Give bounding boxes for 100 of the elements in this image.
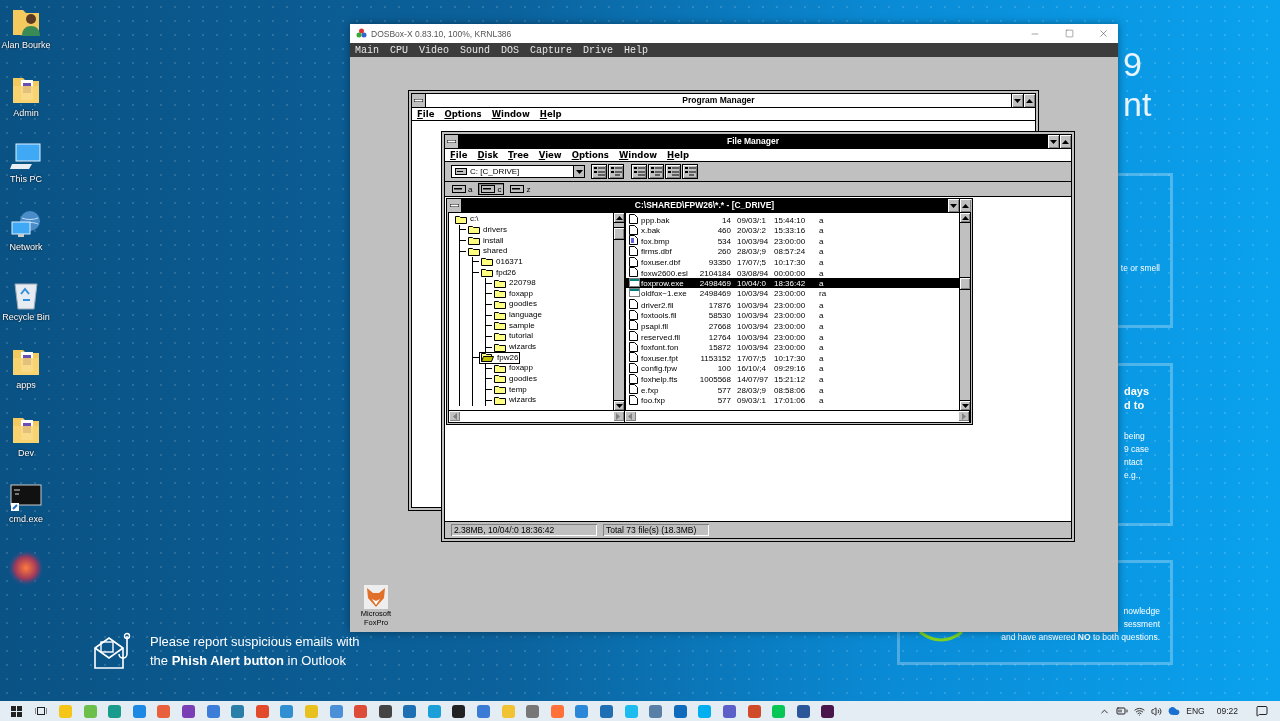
folder-item[interactable]: goodies xyxy=(492,298,540,311)
folder-item[interactable]: temp xyxy=(492,383,529,396)
scroll-right-button[interactable] xyxy=(958,411,969,421)
toolbar-button[interactable] xyxy=(608,164,624,179)
system-menu-button[interactable] xyxy=(445,135,459,148)
file-row[interactable]: config.fpw 100 16/10/;4 09:29:16 a xyxy=(626,362,959,374)
menu-item[interactable]: Help xyxy=(624,44,649,56)
menu-item[interactable]: Options xyxy=(444,109,482,119)
drive-button[interactable]: c xyxy=(478,183,505,195)
maximize-button[interactable] xyxy=(1023,94,1035,107)
menu-item[interactable]: File xyxy=(417,109,435,119)
horizontal-scrollbar[interactable] xyxy=(624,411,970,422)
folder-item[interactable]: 016371 xyxy=(479,255,525,268)
folder-item[interactable]: foxapp xyxy=(492,362,536,375)
file-row[interactable]: foxhelp.fts 1005568 14/07/97 15:21:12 a xyxy=(626,373,959,385)
folder-item[interactable]: foxapp xyxy=(492,287,536,300)
menu-item[interactable]: Drive xyxy=(583,44,614,56)
menu-item[interactable]: DOS xyxy=(501,44,520,56)
minimize-button[interactable] xyxy=(1011,94,1023,107)
menu-item[interactable]: Options xyxy=(571,150,609,160)
file-row[interactable]: fox.bmp 534 10/03/94 23:00:00 a xyxy=(626,235,959,246)
folder-item[interactable]: wizards xyxy=(492,341,539,353)
scrollbar[interactable] xyxy=(613,213,624,410)
globe-monitor-icon[interactable] xyxy=(10,210,42,240)
file-row[interactable]: foo.fxp 577 09/03/:1 17:01:06 a xyxy=(626,394,959,406)
toolbar-button[interactable] xyxy=(631,164,647,179)
maximize-button[interactable] xyxy=(959,199,971,212)
toolbar-button[interactable] xyxy=(591,164,607,179)
menu-item[interactable]: View xyxy=(538,150,562,160)
minimize-button[interactable] xyxy=(1047,135,1059,148)
toolbar-button[interactable] xyxy=(682,164,698,179)
file-row[interactable]: e.fxp 577 28/03/;9 08:58:06 a xyxy=(626,384,959,395)
maximize-button[interactable] xyxy=(1059,135,1071,148)
minimize-button[interactable] xyxy=(947,199,959,212)
terminal-icon[interactable] xyxy=(10,482,42,512)
scroll-right-button[interactable] xyxy=(612,411,624,421)
file-row[interactable]: x.bak 460 20/03/:2 15:33:16 a xyxy=(626,224,959,236)
folder-item[interactable]: tutorial xyxy=(492,330,535,343)
file-row[interactable]: firms.dbf 260 28/03/;9 08:57:24 a xyxy=(626,245,959,257)
toolbar-button[interactable] xyxy=(648,164,664,179)
drive-button[interactable]: a xyxy=(449,183,476,195)
drive-button[interactable]: z xyxy=(507,183,534,195)
desktop-icon-label[interactable]: This PC xyxy=(10,174,42,184)
menu-item[interactable]: Window xyxy=(491,109,530,119)
folder-item[interactable]: c:\ xyxy=(453,213,481,226)
folder-item[interactable]: fpw26 xyxy=(479,351,521,364)
file-row[interactable]: foxuser.dbf 93350 17/07/;5 10:17:30 a xyxy=(626,256,959,268)
menu-item[interactable]: Capture xyxy=(530,44,573,56)
folder-item[interactable]: goodies xyxy=(492,372,540,385)
battery-icon[interactable] xyxy=(1116,705,1129,717)
clock[interactable]: 09:22 xyxy=(1216,706,1238,716)
folder-item[interactable]: sample xyxy=(492,319,537,332)
menu-item[interactable]: Video xyxy=(419,44,450,56)
volume-icon[interactable] xyxy=(1151,705,1163,717)
folder-item[interactable]: shared xyxy=(466,245,510,258)
scrollbar-thumb[interactable] xyxy=(614,227,624,240)
scrollbar-thumb[interactable] xyxy=(960,277,970,290)
desktop-icon-label[interactable]: apps xyxy=(16,380,36,390)
menu-item[interactable]: CPU xyxy=(390,44,409,56)
folder-item[interactable]: install xyxy=(466,234,506,247)
menu-item[interactable]: Disk xyxy=(477,150,499,160)
file-row[interactable]: oldfox~1.exe 2498469 10/03/94 23:00:00 ra xyxy=(626,288,959,300)
file-row[interactable]: foxuser.fpt 1153152 17/07/;5 10:17:30 a xyxy=(626,352,959,363)
menu-item[interactable]: Main xyxy=(355,44,379,56)
file-row[interactable]: psapi.fll 27668 10/03/94 23:00:00 a xyxy=(626,320,959,332)
scrollbar[interactable] xyxy=(959,213,970,410)
scroll-left-button[interactable] xyxy=(624,411,636,421)
toolbar-button[interactable] xyxy=(665,164,681,179)
desktop-icon-label[interactable]: Admin xyxy=(13,108,39,118)
file-row[interactable]: foxw2600.esl 2104184 03/08/94 00:00:00 a xyxy=(626,267,959,278)
drive-dropdown[interactable]: C: [C_DRIVE] xyxy=(451,165,585,178)
folder-item[interactable]: fpd26 xyxy=(479,266,519,279)
fox-icon[interactable] xyxy=(364,585,388,609)
wifi-icon[interactable] xyxy=(1134,705,1146,717)
cloud-icon[interactable] xyxy=(1168,705,1181,717)
desktop-icon-label[interactable]: Alan Bourke xyxy=(1,40,51,50)
folder-item[interactable]: wizards xyxy=(492,394,539,407)
folder-item[interactable]: drivers xyxy=(466,223,509,236)
notification-icon[interactable] xyxy=(1256,705,1268,717)
horizontal-scrollbar[interactable] xyxy=(449,411,625,422)
desktop-icon-label[interactable]: cmd.exe xyxy=(9,514,43,524)
file-row[interactable]: foxfont.fon 15872 10/03/94 23:00:00 a xyxy=(626,341,959,353)
blurred-orb-icon[interactable] xyxy=(8,550,44,586)
file-row[interactable]: foxtools.fll 58530 10/03/94 23:00:00 a xyxy=(626,309,959,321)
desktop-icon-label[interactable]: Network xyxy=(9,242,43,252)
menu-item[interactable]: Tree xyxy=(508,150,529,160)
monitor-icon[interactable] xyxy=(10,142,42,172)
language-indicator[interactable]: ENG xyxy=(1186,706,1205,716)
menu-item[interactable]: Help xyxy=(667,150,689,160)
file-row[interactable]: driver2.fll 17876 10/03/94 23:00:00 a xyxy=(626,299,959,310)
file-row[interactable]: reserved.fll 12764 10/03/94 23:00:00 a xyxy=(626,331,959,342)
system-menu-button[interactable] xyxy=(448,199,462,212)
file-row[interactable]: ppp.bak 14 09/03/:1 15:44:10 a xyxy=(626,214,959,225)
desktop-icon-label[interactable]: Recycle Bin xyxy=(2,312,50,322)
file-row[interactable]: foxprow.exe 2498469 10/04/:0 18:36:42 a xyxy=(626,277,959,289)
menu-item[interactable]: File xyxy=(450,150,468,160)
menu-item[interactable]: Help xyxy=(539,109,562,119)
folder-item[interactable]: 220798 xyxy=(492,277,538,290)
system-menu-button[interactable] xyxy=(412,94,426,107)
folder-item[interactable]: language xyxy=(492,309,544,322)
